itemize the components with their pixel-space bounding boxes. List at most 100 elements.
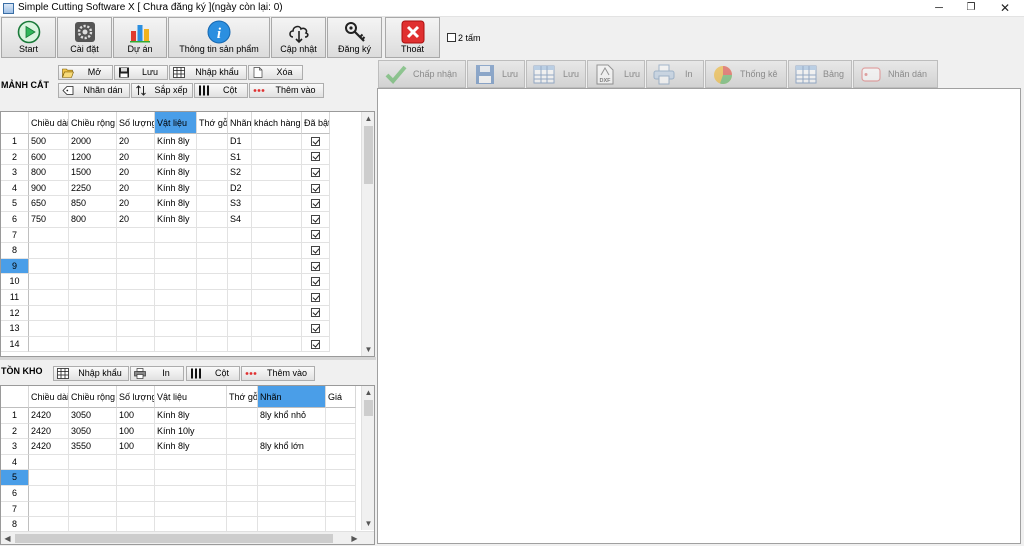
checked-checkbox[interactable] (311, 167, 320, 177)
stock-cell[interactable]: 2420 (29, 408, 69, 424)
pieces-enabled-cell[interactable] (302, 134, 330, 150)
pieces-cell[interactable] (155, 258, 197, 275)
pieces-cell[interactable]: S1 (228, 149, 252, 166)
result-table-button[interactable]: Bảng (788, 60, 852, 88)
pieces-cell[interactable] (252, 196, 302, 212)
two-sheets-checkbox-box[interactable] (447, 33, 456, 42)
pieces-enabled-cell[interactable] (302, 196, 330, 212)
pieces-column-header[interactable]: khách hàng (252, 112, 302, 134)
stock-cell[interactable] (326, 501, 356, 518)
stock-cell[interactable]: 3050 (69, 423, 117, 440)
stock-cell[interactable] (326, 486, 356, 502)
accept-button[interactable]: Chấp nhận (378, 60, 466, 88)
scroll-up-arrow-icon[interactable]: ▲ (362, 112, 374, 125)
exit-button[interactable]: Thoát (385, 17, 440, 58)
pieces-cell[interactable] (197, 321, 228, 337)
stock-cell[interactable] (29, 470, 69, 486)
stock-cell[interactable] (155, 501, 227, 518)
stock-import-button[interactable]: Nhập khẩu (53, 366, 129, 381)
stock-cell[interactable] (258, 423, 326, 440)
stock-column-button[interactable]: Cột (186, 366, 240, 381)
pieces-enabled-cell[interactable] (302, 321, 330, 337)
pieces-cell[interactable] (69, 227, 117, 244)
checked-checkbox[interactable] (311, 323, 320, 333)
pieces-cell[interactable]: D1 (228, 134, 252, 150)
stock-cell[interactable] (69, 486, 117, 502)
pieces-cell[interactable] (69, 336, 117, 353)
pieces-cell[interactable] (117, 305, 155, 322)
scroll-right-arrow-icon[interactable]: ▶ (348, 532, 361, 544)
pieces-cell[interactable]: 900 (29, 180, 69, 197)
pieces-cell[interactable] (197, 243, 228, 259)
pieces-add-button[interactable]: Thêm vào (249, 83, 324, 98)
pieces-cell[interactable] (69, 274, 117, 290)
pieces-enabled-cell[interactable] (302, 305, 330, 322)
pieces-row-header[interactable]: 3 (1, 165, 29, 181)
pieces-cell[interactable] (155, 321, 197, 337)
pieces-enabled-cell[interactable] (302, 243, 330, 259)
stock-cell[interactable] (326, 423, 356, 440)
pieces-cell[interactable] (252, 227, 302, 244)
pieces-cell[interactable]: 850 (69, 196, 117, 212)
pieces-label-button[interactable]: Nhãn dán (58, 83, 130, 98)
stock-cell[interactable] (117, 501, 155, 518)
stock-row-header[interactable]: 3 (1, 439, 29, 455)
stock-row-header[interactable]: 2 (1, 423, 29, 440)
pieces-cell[interactable] (252, 321, 302, 337)
stock-cell[interactable] (326, 408, 356, 424)
stock-column-header[interactable]: Chiều rộng (69, 386, 117, 408)
pieces-cell[interactable] (228, 243, 252, 259)
pieces-cell[interactable] (29, 321, 69, 337)
pieces-row-header[interactable]: 4 (1, 180, 29, 197)
stock-cell[interactable]: 8ly khổ lớn (258, 439, 326, 455)
stock-cell[interactable] (227, 470, 258, 486)
pieces-cell[interactable] (252, 243, 302, 259)
pieces-cell[interactable]: 20 (117, 196, 155, 212)
stock-cell[interactable]: 100 (117, 423, 155, 440)
pieces-cell[interactable]: 1200 (69, 149, 117, 166)
stock-cell[interactable]: 100 (117, 439, 155, 455)
result-print-button[interactable]: In (646, 60, 704, 88)
pieces-cell[interactable] (155, 336, 197, 353)
checked-checkbox[interactable] (311, 230, 320, 240)
stock-cell[interactable] (117, 454, 155, 471)
stock-cell[interactable] (326, 439, 356, 455)
checked-checkbox[interactable] (311, 183, 320, 193)
pieces-enabled-cell[interactable] (302, 212, 330, 228)
pieces-cell[interactable] (117, 290, 155, 306)
pieces-cell[interactable] (228, 336, 252, 353)
stock-cell[interactable]: 3050 (69, 408, 117, 424)
stock-cell[interactable] (69, 470, 117, 486)
pieces-row-header[interactable]: 10 (1, 274, 29, 290)
minimize-button[interactable]: ─ (924, 0, 954, 17)
pieces-column-header[interactable]: Đã bật (302, 112, 330, 134)
pieces-enabled-cell[interactable] (302, 180, 330, 197)
layout-canvas[interactable] (377, 88, 1021, 544)
pieces-cell[interactable] (29, 290, 69, 306)
scroll-down-arrow-icon[interactable]: ▼ (362, 343, 374, 356)
pieces-cell[interactable] (252, 165, 302, 181)
pieces-cell[interactable]: 1500 (69, 165, 117, 181)
pieces-sort-button[interactable]: Sắp xếp (131, 83, 193, 98)
pieces-cell[interactable] (197, 212, 228, 228)
stock-cell[interactable] (69, 501, 117, 518)
stock-corner-cell[interactable] (1, 386, 29, 408)
stock-cell[interactable] (258, 501, 326, 518)
pieces-cell[interactable]: Kính 8ly (155, 180, 197, 197)
pieces-cell[interactable] (252, 212, 302, 228)
pieces-row-header[interactable]: 14 (1, 336, 29, 353)
pieces-vertical-scrollbar[interactable]: ▲ ▼ (361, 112, 374, 356)
stock-column-header[interactable]: Số lượng (117, 386, 155, 408)
stock-cell[interactable]: 2420 (29, 423, 69, 440)
checked-checkbox[interactable] (311, 277, 320, 287)
stock-cell[interactable] (29, 454, 69, 471)
result-label-button[interactable]: Nhãn dán (853, 60, 938, 88)
scroll-up-arrow-icon[interactable]: ▲ (362, 386, 374, 399)
checked-checkbox[interactable] (311, 199, 320, 209)
pieces-cell[interactable]: Kính 8ly (155, 149, 197, 166)
product-info-button[interactable]: i Thông tin sản phẩm (168, 17, 270, 58)
pieces-cell[interactable] (69, 290, 117, 306)
stock-column-header[interactable]: Thớ gỗ (227, 386, 258, 408)
stock-cell[interactable] (69, 454, 117, 471)
stock-cell[interactable] (227, 408, 258, 424)
